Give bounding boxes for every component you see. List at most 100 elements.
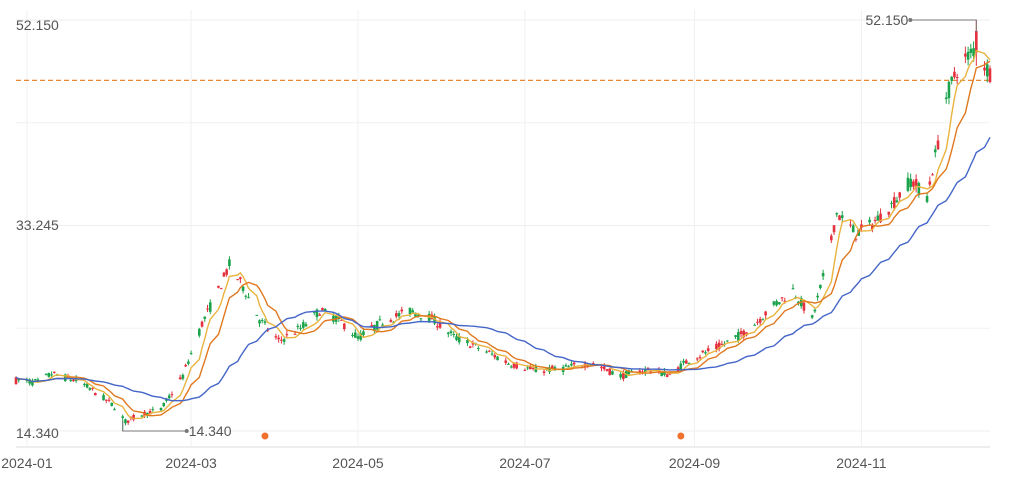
candle-body bbox=[835, 213, 839, 215]
candle-body bbox=[488, 350, 491, 352]
candle-body bbox=[44, 374, 48, 376]
candle-body bbox=[353, 332, 357, 338]
candle-body bbox=[419, 318, 423, 320]
candle-body bbox=[966, 51, 970, 60]
candle-body bbox=[126, 420, 130, 423]
candle-body bbox=[892, 197, 896, 209]
x-tick-label: 2024-11 bbox=[836, 455, 887, 471]
candle-body bbox=[206, 308, 209, 310]
candle-body bbox=[263, 321, 267, 323]
min-value-label: 14.340 bbox=[189, 423, 232, 439]
candle-body bbox=[821, 273, 825, 277]
candle-body bbox=[466, 340, 469, 344]
candle-body bbox=[572, 362, 576, 365]
candle-body bbox=[178, 377, 182, 380]
candle-body bbox=[509, 366, 513, 368]
candle-body bbox=[446, 332, 450, 335]
candle-body bbox=[225, 269, 228, 275]
ma30-line bbox=[15, 136, 991, 402]
candle-body bbox=[830, 235, 833, 241]
candle-body bbox=[504, 360, 508, 363]
candle-body bbox=[602, 366, 606, 370]
candle-body bbox=[244, 295, 248, 297]
max-leader-line bbox=[910, 19, 977, 32]
candle-body bbox=[485, 351, 488, 353]
candle-body bbox=[493, 355, 497, 358]
x-tick-label: 2024-01 bbox=[1, 455, 53, 471]
candle-body bbox=[88, 388, 92, 390]
candle-body bbox=[887, 211, 891, 215]
candle-body bbox=[260, 319, 264, 321]
candle-body bbox=[83, 384, 86, 386]
x-tick-label: 2024-09 bbox=[669, 455, 721, 471]
candle-body bbox=[950, 76, 953, 81]
candle-body bbox=[726, 340, 729, 342]
candle-body bbox=[933, 149, 937, 153]
candle-body bbox=[832, 225, 836, 233]
candle-body bbox=[107, 399, 111, 401]
candle-body bbox=[378, 319, 382, 321]
candle-body bbox=[734, 335, 737, 337]
candle-body bbox=[720, 343, 724, 345]
candle-body bbox=[187, 361, 190, 364]
candle-body bbox=[280, 339, 283, 341]
candle-body bbox=[274, 336, 278, 338]
candle-body bbox=[184, 365, 187, 367]
candle-body bbox=[198, 328, 201, 336]
candle-body bbox=[608, 368, 612, 375]
candle-body bbox=[964, 53, 967, 57]
candle-body bbox=[898, 192, 902, 198]
candle-body bbox=[507, 363, 510, 365]
x-tick-label: 2024-07 bbox=[499, 455, 551, 471]
candle-body bbox=[241, 286, 245, 291]
candle-body bbox=[102, 394, 105, 401]
candle-body bbox=[802, 302, 806, 311]
candle-body bbox=[181, 374, 185, 379]
x-tick-label: 2024-03 bbox=[165, 455, 217, 471]
y-tick-label: 33.245 bbox=[16, 217, 59, 233]
candle-body bbox=[701, 350, 705, 353]
candle-body bbox=[611, 371, 614, 375]
candle-body bbox=[170, 394, 174, 396]
candle-body bbox=[436, 326, 439, 328]
y-tick-label: 14.340 bbox=[16, 425, 59, 441]
candle-body bbox=[94, 392, 97, 396]
candle-body bbox=[975, 30, 978, 53]
candle-body bbox=[851, 225, 855, 233]
x-tick-label: 2024-05 bbox=[332, 455, 384, 471]
candle-body bbox=[318, 314, 321, 316]
candle-body bbox=[706, 348, 710, 351]
candle-body bbox=[512, 363, 516, 368]
ma5-line bbox=[15, 49, 991, 420]
candle-body bbox=[764, 311, 767, 316]
candle-body bbox=[849, 224, 852, 226]
candle-body bbox=[988, 68, 992, 82]
candle-body bbox=[679, 363, 683, 371]
candle-body bbox=[121, 416, 125, 418]
candle-body bbox=[113, 409, 116, 411]
candle-body bbox=[258, 320, 261, 324]
candle-body bbox=[753, 324, 757, 326]
candle-body bbox=[53, 371, 56, 373]
candle-body bbox=[490, 353, 494, 355]
candle-body bbox=[299, 327, 302, 329]
candle-body bbox=[189, 353, 193, 355]
candle-body bbox=[343, 323, 346, 330]
candle-body bbox=[296, 325, 300, 328]
candle-body bbox=[736, 332, 740, 341]
candle-body bbox=[411, 310, 415, 313]
candle-body bbox=[873, 219, 877, 221]
candle-body bbox=[47, 372, 51, 377]
candle-body bbox=[159, 408, 163, 411]
candle-body bbox=[928, 181, 932, 185]
candle-body bbox=[282, 339, 286, 342]
candle-body bbox=[151, 409, 155, 411]
candle-body bbox=[72, 379, 75, 382]
candle-body bbox=[791, 288, 795, 290]
candle-body bbox=[715, 343, 718, 350]
candle-body bbox=[449, 331, 453, 333]
candle-body bbox=[496, 356, 499, 361]
candle-body bbox=[203, 316, 207, 319]
candle-body bbox=[619, 374, 622, 378]
candle-body bbox=[761, 319, 765, 321]
